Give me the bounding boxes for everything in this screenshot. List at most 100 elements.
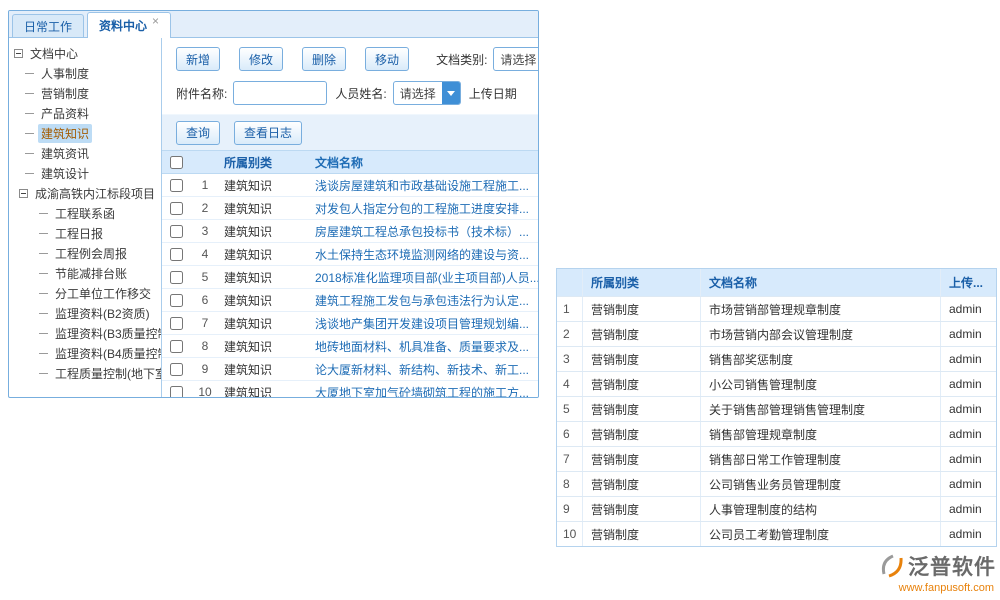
row-doc-name[interactable]: 对发包人指定分包的工程施工进度安排... <box>315 200 538 217</box>
table-row[interactable]: 7 建筑知识 浅谈地产集团开发建设项目管理规划编... <box>162 312 538 335</box>
row-doc-name[interactable]: 建筑工程施工发包与承包违法行为认定... <box>315 292 538 309</box>
table-row[interactable]: 3 营销制度 销售部奖惩制度 admin <box>557 346 996 371</box>
add-button[interactable]: 新增 <box>176 47 220 71</box>
table-row[interactable]: 7 营销制度 销售部日常工作管理制度 admin <box>557 446 996 471</box>
row-uploader: admin <box>941 372 996 396</box>
row-category: 营销制度 <box>583 422 701 446</box>
row-checkbox[interactable] <box>170 317 183 330</box>
table-row[interactable]: 9 建筑知识 论大厦新材料、新结构、新技术、新工... <box>162 358 538 381</box>
tree-item[interactable]: 工程日报 <box>9 223 161 243</box>
table-row[interactable]: 1 建筑知识 浅谈房屋建筑和市政基础设施工程施工... <box>162 174 538 197</box>
tree-item-label: 工程联系函 <box>52 204 118 223</box>
row-category: 营销制度 <box>583 397 701 421</box>
select-all-checkbox[interactable] <box>170 156 183 169</box>
row-doc-name[interactable]: 2018标准化监理项目部(业主项目部)人员... <box>315 269 538 286</box>
row-doc-name[interactable]: 销售部日常工作管理制度 <box>701 447 941 471</box>
brand-name: 泛普软件 <box>908 551 996 581</box>
tab-daily-work[interactable]: 日常工作 <box>12 14 84 37</box>
close-icon[interactable]: × <box>152 15 159 27</box>
row-doc-name[interactable]: 公司销售业务员管理制度 <box>701 472 941 496</box>
table-row[interactable]: 4 营销制度 小公司销售管理制度 admin <box>557 371 996 396</box>
row-checkbox[interactable] <box>170 271 183 284</box>
tree-item[interactable]: 产品资料 <box>9 103 161 123</box>
row-checkbox[interactable] <box>170 363 183 376</box>
row-checkbox[interactable] <box>170 294 183 307</box>
tab-data-center[interactable]: 资料中心 × <box>87 12 171 38</box>
row-seq: 3 <box>557 347 583 371</box>
table-row[interactable]: 9 营销制度 人事管理制度的结构 admin <box>557 496 996 521</box>
row-doc-name[interactable]: 浅谈房屋建筑和市政基础设施工程施工... <box>315 177 538 194</box>
person-name-select[interactable]: 请选择 <box>393 81 461 105</box>
query-button[interactable]: 查询 <box>176 121 220 145</box>
table-row[interactable]: 10 建筑知识 大厦地下室加气砼墙砌筑工程的施工方... <box>162 381 538 398</box>
table-row[interactable]: 8 建筑知识 地砖地面材料、机具准备、质量要求及... <box>162 335 538 358</box>
sidebar-tree: 文档中心 人事制度 营销制度 产品资料 <box>9 38 162 398</box>
collapse-icon[interactable] <box>19 189 28 198</box>
row-checkbox[interactable] <box>170 386 183 399</box>
tree-item[interactable]: 营销制度 <box>9 83 161 103</box>
tree-item-label: 建筑设计 <box>38 164 92 183</box>
tree-level1-group: 人事制度 营销制度 产品资料 建筑知识 <box>9 63 161 183</box>
overlay-table-body: 1 营销制度 市场营销部管理规章制度 admin 2 营销制度 市场营销内部会议… <box>557 296 996 546</box>
tree-item-label: 工程例会周报 <box>52 244 130 263</box>
person-name-label: 人员姓名: <box>335 85 386 102</box>
table-row[interactable]: 5 建筑知识 2018标准化监理项目部(业主项目部)人员... <box>162 266 538 289</box>
edit-button[interactable]: 修改 <box>239 47 283 71</box>
tree-item[interactable]: 工程例会周报 <box>9 243 161 263</box>
tree-item[interactable]: 节能减排台账 <box>9 263 161 283</box>
tree-item[interactable]: 监理资料(B3质量控制) <box>9 323 161 343</box>
table-row[interactable]: 5 营销制度 关于销售部管理销售管理制度 admin <box>557 396 996 421</box>
row-doc-name[interactable]: 大厦地下室加气砼墙砌筑工程的施工方... <box>315 384 538 399</box>
row-doc-name[interactable]: 房屋建筑工程总承包投标书（技术标）... <box>315 223 538 240</box>
table-row[interactable]: 2 建筑知识 对发包人指定分包的工程施工进度安排... <box>162 197 538 220</box>
row-doc-name[interactable]: 人事管理制度的结构 <box>701 497 941 521</box>
row-checkbox[interactable] <box>170 179 183 192</box>
tree-item[interactable]: 建筑设计 <box>9 163 161 183</box>
row-checkbox[interactable] <box>170 202 183 215</box>
table-row[interactable]: 8 营销制度 公司销售业务员管理制度 admin <box>557 471 996 496</box>
row-doc-name[interactable]: 公司员工考勤管理制度 <box>701 522 941 546</box>
chevron-down-icon <box>442 82 460 104</box>
row-checkbox[interactable] <box>170 340 183 353</box>
table-row[interactable]: 6 营销制度 销售部管理规章制度 admin <box>557 421 996 446</box>
table-row[interactable]: 1 营销制度 市场营销部管理规章制度 admin <box>557 296 996 321</box>
tree-item[interactable]: 工程联系函 <box>9 203 161 223</box>
tree-branch-icon <box>39 233 48 234</box>
row-doc-name[interactable]: 市场营销部管理规章制度 <box>701 297 941 321</box>
tree-root-document-center[interactable]: 文档中心 <box>9 43 161 63</box>
row-doc-name[interactable]: 浅谈地产集团开发建设项目管理规划编... <box>315 315 538 332</box>
tree-item[interactable]: 建筑资讯 <box>9 143 161 163</box>
toolbar: 新增 修改 删除 移动 文档类别: 请选择 文档 附件名称: 人员姓名: <box>162 38 538 114</box>
row-checkbox[interactable] <box>170 225 183 238</box>
table-row[interactable]: 3 建筑知识 房屋建筑工程总承包投标书（技术标）... <box>162 220 538 243</box>
table-row[interactable]: 2 营销制度 市场营销内部会议管理制度 admin <box>557 321 996 346</box>
tree-item[interactable]: 人事制度 <box>9 63 161 83</box>
table-row[interactable]: 6 建筑知识 建筑工程施工发包与承包违法行为认定... <box>162 289 538 312</box>
row-doc-name[interactable]: 水土保持生态环境监测网络的建设与资... <box>315 246 538 263</box>
row-doc-name[interactable]: 关于销售部管理销售管理制度 <box>701 397 941 421</box>
row-doc-name[interactable]: 论大厦新材料、新结构、新技术、新工... <box>315 361 538 378</box>
tree-item[interactable]: 建筑知识 <box>9 123 161 143</box>
row-doc-name[interactable]: 销售部管理规章制度 <box>701 422 941 446</box>
attachment-name-label: 附件名称: <box>176 85 227 102</box>
table-row[interactable]: 10 营销制度 公司员工考勤管理制度 admin <box>557 521 996 546</box>
row-checkbox[interactable] <box>170 248 183 261</box>
tree-item[interactable]: 分工单位工作移交 <box>9 283 161 303</box>
upload-date-label: 上传日期 <box>469 85 517 102</box>
tree-item[interactable]: 监理资料(B4质量控制) <box>9 343 161 363</box>
delete-button[interactable]: 删除 <box>302 47 346 71</box>
tree-item[interactable]: 监理资料(B2资质) <box>9 303 161 323</box>
tree-root-project[interactable]: 成渝高铁内江标段项目 <box>9 183 161 203</box>
attachment-name-input[interactable] <box>233 81 327 105</box>
row-doc-name[interactable]: 市场营销内部会议管理制度 <box>701 322 941 346</box>
row-uploader: admin <box>941 422 996 446</box>
view-log-button[interactable]: 查看日志 <box>234 121 302 145</box>
doc-category-select[interactable]: 请选择 <box>493 47 538 71</box>
table-row[interactable]: 4 建筑知识 水土保持生态环境监测网络的建设与资... <box>162 243 538 266</box>
tree-item[interactable]: 工程质量控制(地下室) <box>9 363 161 383</box>
move-button[interactable]: 移动 <box>365 47 409 71</box>
row-doc-name[interactable]: 地砖地面材料、机具准备、质量要求及... <box>315 338 538 355</box>
row-doc-name[interactable]: 销售部奖惩制度 <box>701 347 941 371</box>
row-doc-name[interactable]: 小公司销售管理制度 <box>701 372 941 396</box>
collapse-icon[interactable] <box>14 49 23 58</box>
